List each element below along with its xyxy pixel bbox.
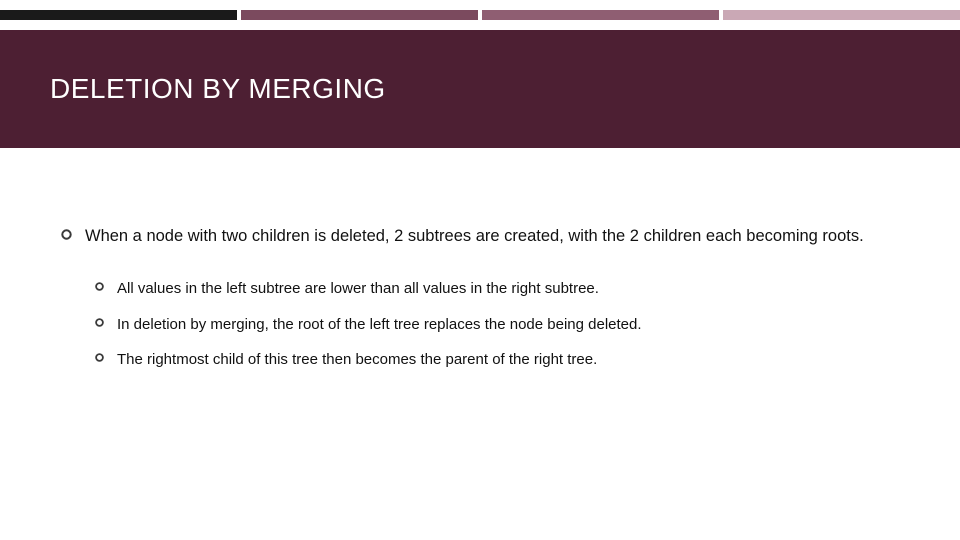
bullet-sub-3-text: The rightmost child of this tree then be… — [117, 350, 597, 370]
accent-segment-3 — [482, 10, 719, 20]
slide-body: When a node with two children is deleted… — [60, 225, 920, 386]
bullet-main: When a node with two children is deleted… — [60, 225, 920, 247]
bullet-sub-1-text: All values in the left subtree are lower… — [117, 279, 599, 299]
bullet-sub-3: The rightmost child of this tree then be… — [94, 350, 920, 370]
accent-segment-4 — [723, 10, 960, 20]
bullet-sub-2-text: In deletion by merging, the root of the … — [117, 315, 642, 335]
circle-bullet-icon — [94, 281, 105, 292]
slide-title: DELETION BY MERGING — [50, 73, 386, 105]
bullet-sub-2: In deletion by merging, the root of the … — [94, 315, 920, 335]
circle-bullet-icon — [60, 228, 73, 241]
accent-segment-2 — [241, 10, 478, 20]
slide: DELETION BY MERGING When a node with two… — [0, 0, 960, 540]
top-accent-bar — [0, 10, 960, 20]
circle-bullet-icon — [94, 317, 105, 328]
circle-bullet-icon — [94, 352, 105, 363]
title-band: DELETION BY MERGING — [0, 30, 960, 148]
bullet-main-text: When a node with two children is deleted… — [85, 225, 864, 247]
spacer — [60, 261, 920, 279]
accent-segment-1 — [0, 10, 237, 20]
bullet-sub-1: All values in the left subtree are lower… — [94, 279, 920, 299]
